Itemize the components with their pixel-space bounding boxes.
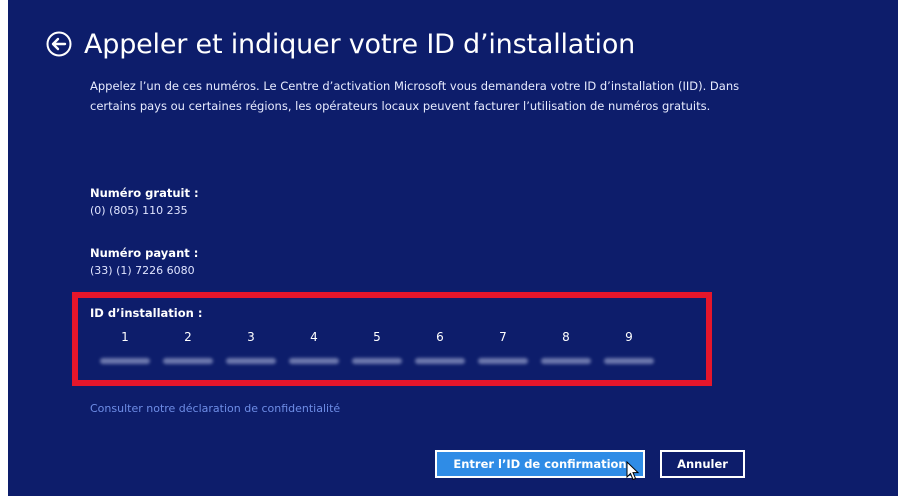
enter-confirmation-id-button[interactable]: Entrer l’ID de confirmation xyxy=(435,450,645,478)
installation-id-group: 6 xyxy=(405,330,475,364)
installation-id-label: ID d’installation : xyxy=(90,306,203,320)
toll-free-label: Numéro gratuit : xyxy=(90,186,199,200)
installation-id-group-value-redacted xyxy=(100,358,150,364)
installation-id-group-number: 4 xyxy=(310,330,318,344)
installation-id-group-value-redacted xyxy=(226,358,276,364)
installation-id-group-value-redacted xyxy=(352,358,402,364)
installation-id-group-number: 5 xyxy=(373,330,381,344)
toll-label: Numéro payant : xyxy=(90,246,199,260)
installation-id-group-number: 3 xyxy=(247,330,255,344)
back-arrow-circle-icon[interactable] xyxy=(46,31,72,57)
installation-id-group-number: 7 xyxy=(499,330,507,344)
installation-id-group-number: 8 xyxy=(562,330,570,344)
installation-id-group: 4 xyxy=(279,330,349,364)
privacy-statement-link[interactable]: Consulter notre déclaration de confident… xyxy=(90,402,340,415)
installation-id-group-number: 2 xyxy=(184,330,192,344)
installation-id-group-number: 9 xyxy=(625,330,633,344)
installation-id-groups: 1 2 3 4 5 6 7 8 9 xyxy=(90,330,680,370)
cancel-button[interactable]: Annuler xyxy=(660,450,745,478)
installation-id-group-value-redacted xyxy=(604,358,654,364)
installation-id-group-number: 6 xyxy=(436,330,444,344)
installation-id-group-value-redacted xyxy=(289,358,339,364)
installation-id-group: 1 xyxy=(90,330,160,364)
installation-id-group-value-redacted xyxy=(415,358,465,364)
installation-id-group: 3 xyxy=(216,330,286,364)
activation-panel: Appeler et indiquer votre ID d’installat… xyxy=(8,0,898,496)
installation-id-group: 2 xyxy=(153,330,223,364)
header: Appeler et indiquer votre ID d’installat… xyxy=(46,22,635,66)
installation-id-group-value-redacted xyxy=(541,358,591,364)
installation-id-group-number: 1 xyxy=(121,330,129,344)
instructions-text: Appelez l’un de ces numéros. Le Centre d… xyxy=(90,79,740,113)
toll-number: (33) (1) 7226 6080 xyxy=(90,264,195,277)
installation-id-group: 7 xyxy=(468,330,538,364)
toll-free-number: (0) (805) 110 235 xyxy=(90,204,188,217)
installation-id-group-value-redacted xyxy=(163,358,213,364)
installation-id-group: 8 xyxy=(531,330,601,364)
installation-id-group: 5 xyxy=(342,330,412,364)
installation-id-group: 9 xyxy=(594,330,664,364)
installation-id-group-value-redacted xyxy=(478,358,528,364)
mouse-pointer-icon xyxy=(626,460,640,481)
page-title: Appeler et indiquer votre ID d’installat… xyxy=(84,28,636,60)
